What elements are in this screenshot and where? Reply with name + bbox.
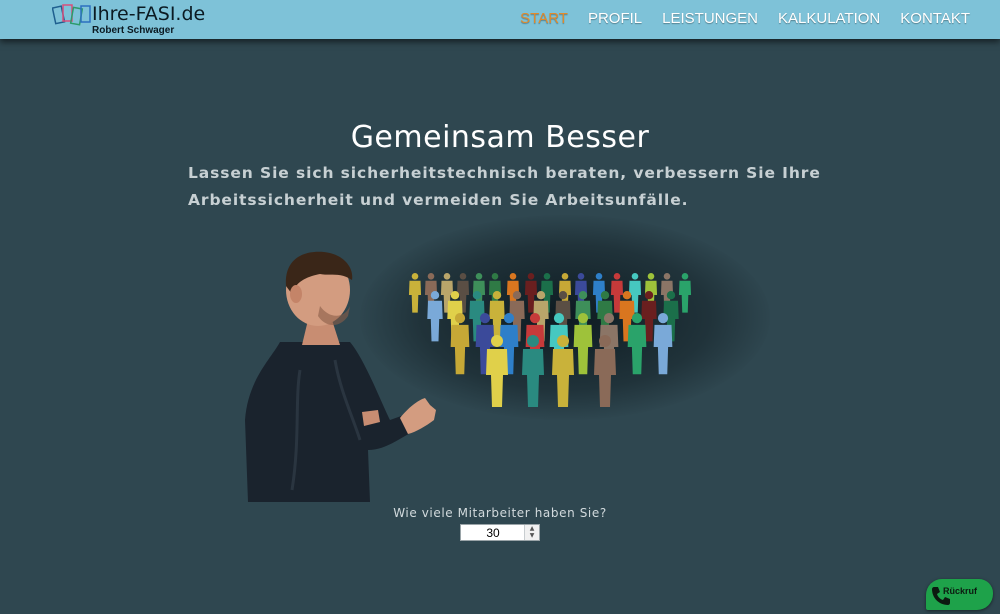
logo-title: Ihre-FASI.de xyxy=(92,3,206,25)
callback-label: Rückruf xyxy=(943,586,978,596)
crowd-figure xyxy=(573,313,593,375)
spin-buttons: ▲ ▼ xyxy=(524,525,539,540)
presenter-image xyxy=(245,251,436,502)
nav-item-start[interactable]: START xyxy=(520,10,568,27)
decrement-icon[interactable]: ▼ xyxy=(525,532,539,539)
logo-subtitle: Robert Schwager xyxy=(92,25,175,36)
crowd-figure xyxy=(678,273,692,313)
employee-count-stepper[interactable]: ▲ ▼ xyxy=(460,524,540,541)
hero-title: Gemeinsam Besser xyxy=(350,120,650,155)
site-logo[interactable]: Ihre-FASI.de Robert Schwager xyxy=(52,1,212,39)
nav-item-kontakt[interactable]: KONTAKT xyxy=(900,10,970,27)
people-group-image xyxy=(408,273,692,407)
employee-count-input[interactable] xyxy=(461,525,525,540)
nav-item-kalkulation[interactable]: KALKULATION xyxy=(778,10,880,27)
nav-item-leistungen[interactable]: LEISTUNGEN xyxy=(662,10,758,27)
employee-count-label: Wie viele Mitarbeiter haben Sie? xyxy=(393,506,607,520)
top-navigation-bar: Ihre-FASI.de Robert Schwager START PROFI… xyxy=(0,0,1000,39)
logo-icon xyxy=(52,4,91,26)
hero-text: Lassen Sie sich sicherheitstechnisch ber… xyxy=(188,164,821,209)
main-navigation: START PROFIL LEISTUNGEN KALKULATION KONT… xyxy=(520,10,970,27)
nav-item-profil[interactable]: PROFIL xyxy=(588,10,642,27)
increment-icon[interactable]: ▲ xyxy=(525,525,539,532)
callback-button[interactable]: Rückruf xyxy=(926,579,993,610)
